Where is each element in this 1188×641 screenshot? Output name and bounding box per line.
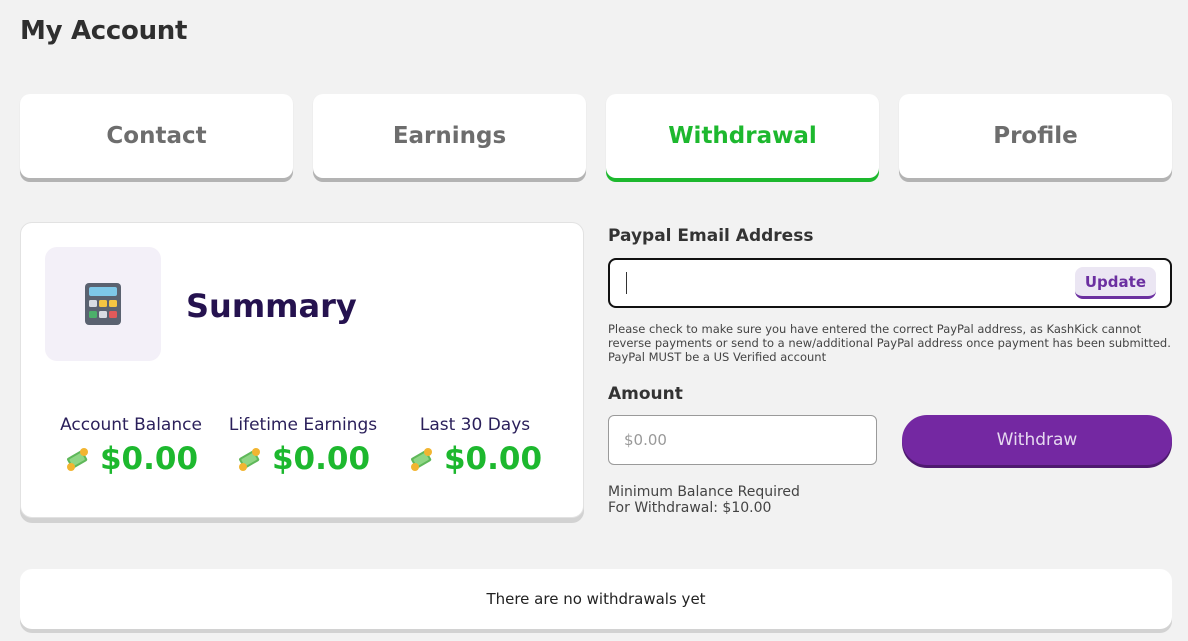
amount-input[interactable]: $0.00 <box>608 415 877 465</box>
paypal-email-label: Paypal Email Address <box>608 226 814 246</box>
update-button[interactable]: Update <box>1074 267 1156 299</box>
stat-value-row: $0.00 <box>45 441 217 477</box>
stat-lifetime-earnings: Lifetime Earnings $0.00 <box>217 415 389 477</box>
stat-last-30-days: Last 30 Days $0.00 <box>389 415 561 477</box>
paypal-email-field[interactable]: Update <box>608 258 1172 308</box>
stat-value: $0.00 <box>271 441 371 477</box>
stat-value: $0.00 <box>443 441 543 477</box>
summary-card: Summary Account Balance $0.00 Lifetime E… <box>20 222 584 518</box>
minimum-balance-amount: For Withdrawal: $10.00 <box>608 500 772 516</box>
minimum-balance-line: Minimum Balance Required <box>608 484 800 500</box>
minimum-balance-note: Minimum Balance Required For Withdrawal:… <box>608 484 800 516</box>
summary-stats: Account Balance $0.00 Lifetime Earnings <box>45 415 561 477</box>
tab-earnings[interactable]: Earnings <box>313 94 586 178</box>
withdrawal-history-empty: There are no withdrawals yet <box>20 569 1172 629</box>
calculator-icon <box>85 283 121 325</box>
tab-withdrawal[interactable]: Withdrawal <box>606 94 879 178</box>
money-icon <box>66 448 88 471</box>
tab-profile[interactable]: Profile <box>899 94 1172 178</box>
stat-label: Account Balance <box>60 415 202 435</box>
summary-title: Summary <box>186 287 357 325</box>
stat-label: Lifetime Earnings <box>228 415 378 435</box>
tab-contact[interactable]: Contact <box>20 94 293 178</box>
stat-label: Last 30 Days <box>419 415 531 435</box>
amount-label: Amount <box>608 384 683 404</box>
stat-value-row: $0.00 <box>217 441 389 477</box>
money-icon <box>410 448 432 471</box>
stat-account-balance: Account Balance $0.00 <box>45 415 217 477</box>
text-caret <box>626 272 627 294</box>
account-tabs: Contact Earnings Withdrawal Profile <box>20 94 1172 182</box>
withdraw-button[interactable]: Withdraw <box>902 415 1172 465</box>
paypal-warning-note: Please check to make sure you have enter… <box>608 322 1171 364</box>
stat-value: $0.00 <box>99 441 199 477</box>
page-title: My Account <box>20 16 188 46</box>
money-icon <box>238 448 260 471</box>
calculator-icon-box <box>45 247 161 361</box>
stat-value-row: $0.00 <box>389 441 561 477</box>
